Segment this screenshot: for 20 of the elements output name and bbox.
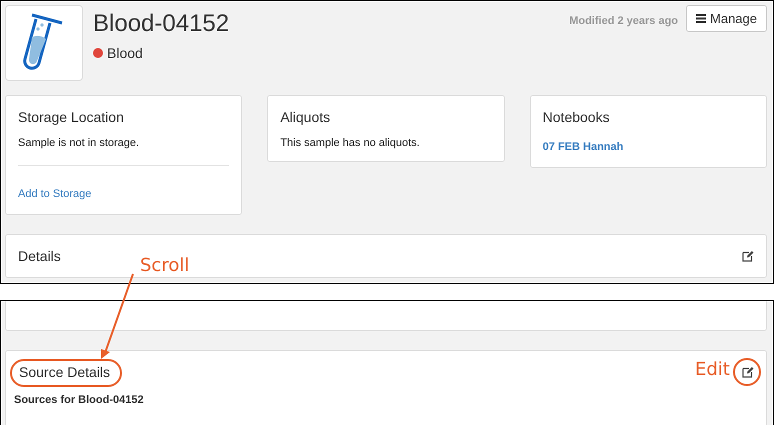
edit-icon[interactable]	[742, 250, 754, 262]
card-title: Aliquots	[280, 109, 332, 125]
sample-type: Blood	[107, 45, 143, 61]
edit-icon[interactable]	[742, 366, 754, 378]
panel-title: Source Details	[19, 364, 110, 380]
sample-title: Blood-04152	[93, 9, 230, 39]
card-title: Notebooks	[542, 109, 611, 125]
modified-text: Modified 2 years ago	[569, 15, 678, 27]
highlight-circle	[733, 358, 761, 386]
menu-icon	[696, 14, 706, 23]
card-title: Storage Location	[18, 109, 125, 125]
card-text: Sample is not in storage.	[18, 137, 140, 149]
card-text: This sample has no aliquots.	[280, 137, 421, 149]
annotation-text: Scroll	[140, 255, 190, 276]
card-link[interactable]: Add to Storage	[18, 188, 92, 200]
manage-button[interactable]: Manage	[686, 5, 767, 32]
annotation-text: Edit	[695, 359, 730, 380]
card-link[interactable]: 07 FEB Hannah	[542, 141, 624, 153]
panel-subtitle: Sources for Blood-04152	[14, 394, 145, 406]
panel-title: Details	[18, 248, 61, 264]
